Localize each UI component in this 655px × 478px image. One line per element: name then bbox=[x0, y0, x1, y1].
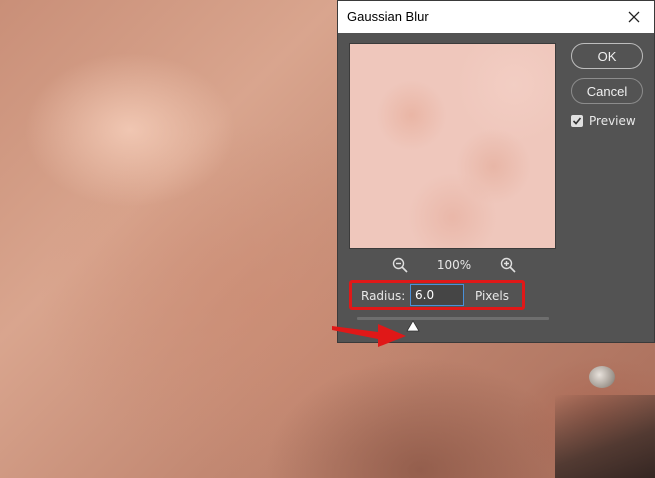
units-label: Pixels bbox=[475, 289, 510, 303]
earring bbox=[589, 366, 615, 388]
preview-toggle[interactable]: Preview bbox=[571, 114, 636, 128]
cancel-button[interactable]: Cancel bbox=[571, 78, 643, 104]
close-button[interactable] bbox=[614, 1, 654, 33]
radius-label: Radius: bbox=[361, 289, 406, 303]
ok-button[interactable]: OK bbox=[571, 43, 643, 69]
zoom-controls: 100% bbox=[349, 255, 556, 275]
dialog-titlebar: Gaussian Blur bbox=[338, 1, 654, 33]
radius-highlight: Radius: Pixels bbox=[349, 280, 525, 310]
red-arrow-right bbox=[332, 324, 406, 347]
dialog-title: Gaussian Blur bbox=[347, 9, 429, 24]
zoom-level: 100% bbox=[436, 258, 472, 272]
checkmark-icon bbox=[572, 117, 582, 125]
gaussian-blur-dialog: Gaussian Blur 100% OK Cancel Preview Rad… bbox=[337, 0, 655, 343]
hair-area bbox=[555, 395, 655, 478]
preview-checkbox[interactable] bbox=[571, 115, 583, 127]
zoom-in-icon[interactable] bbox=[499, 256, 517, 274]
close-icon bbox=[628, 11, 640, 23]
zoom-out-icon[interactable] bbox=[391, 256, 409, 274]
preview-image[interactable] bbox=[349, 43, 556, 249]
radius-input[interactable] bbox=[410, 284, 464, 306]
preview-label: Preview bbox=[589, 114, 636, 128]
